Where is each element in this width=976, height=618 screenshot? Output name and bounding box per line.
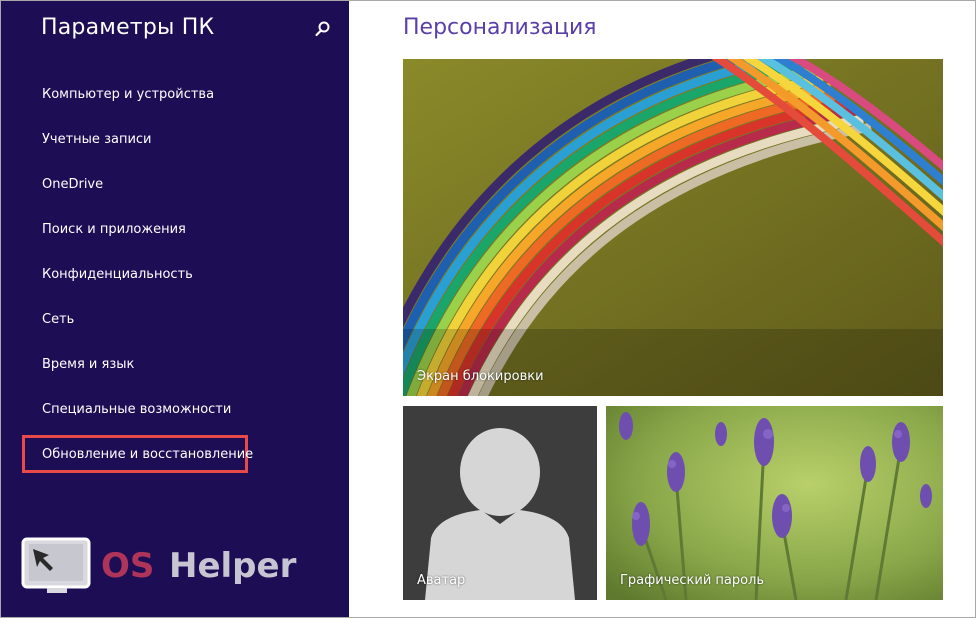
sidebar-item-accessibility[interactable]: Специальные возможности — [42, 398, 231, 422]
main-content: Персонализация Экран блокировки Аватар Г… — [349, 1, 974, 617]
page-title: Персонализация — [403, 15, 597, 40]
sidebar-item-update-recovery[interactable]: Обновление и восстановление — [42, 443, 253, 467]
picture-password-image — [606, 406, 943, 600]
tile-label-picture-password: Графический пароль — [620, 573, 765, 588]
app-title: Параметры ПК — [41, 15, 215, 40]
sidebar-item-onedrive[interactable]: OneDrive — [42, 173, 103, 197]
avatar-placeholder-icon — [425, 428, 575, 600]
sidebar-item-computer-devices[interactable]: Компьютер и устройства — [42, 83, 214, 107]
svg-text:Helper: Helper — [169, 546, 297, 586]
sidebar-item-time-language[interactable]: Время и язык — [42, 353, 134, 377]
tile-avatar[interactable]: Аватар — [403, 406, 597, 600]
sidebar-item-network[interactable]: Сеть — [42, 308, 74, 332]
settings-sidebar: Параметры ПК Компьютер и устройства Учет… — [1, 1, 349, 617]
tile-label-avatar: Аватар — [417, 573, 466, 588]
sidebar-item-privacy[interactable]: Конфиденциальность — [42, 263, 193, 287]
tile-label-lock-screen: Экран блокировки — [417, 369, 544, 384]
lock-screen-image — [403, 59, 943, 396]
search-icon[interactable] — [313, 19, 333, 39]
svg-text:OS: OS — [101, 546, 154, 586]
sidebar-item-search-apps[interactable]: Поиск и приложения — [42, 218, 186, 242]
sidebar-item-accounts[interactable]: Учетные записи — [42, 128, 152, 152]
tile-picture-password[interactable]: Графический пароль — [606, 406, 943, 600]
watermark-logo: OS Helper — [21, 537, 297, 593]
tile-lock-screen[interactable]: Экран блокировки — [403, 59, 943, 396]
